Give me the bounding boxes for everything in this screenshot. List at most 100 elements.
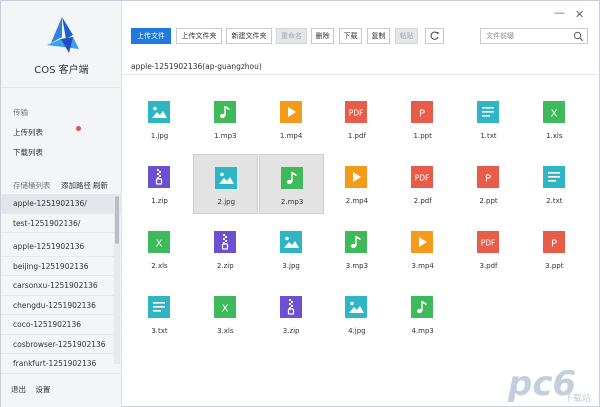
file-tile[interactable]: 4.jpg bbox=[324, 284, 389, 344]
file-name: 1.xls bbox=[546, 132, 563, 140]
file-tile[interactable]: PDF 3.pdf bbox=[456, 219, 521, 279]
file-tile[interactable]: P 3.ppt bbox=[522, 219, 587, 279]
file-tile[interactable]: 3.jpg bbox=[259, 219, 324, 279]
file-tile[interactable]: 2.jpg bbox=[192, 154, 258, 214]
exit-link[interactable]: 退出 bbox=[11, 385, 26, 394]
xls-file-icon: X bbox=[213, 296, 236, 318]
svg-text:PDF: PDF bbox=[481, 239, 496, 248]
bucket-item[interactable]: test-1251902136/ bbox=[1, 214, 122, 233]
breadcrumb[interactable]: apple-1251902136(ap-guangzhou) bbox=[131, 62, 262, 71]
svg-text:P: P bbox=[419, 109, 425, 120]
pdf-file-icon: PDF bbox=[345, 101, 368, 123]
file-tile[interactable]: 1.zip bbox=[127, 154, 192, 214]
bucket-item[interactable]: frankfurt-1251902136 bbox=[1, 354, 122, 374]
file-tile[interactable]: 3.zip bbox=[259, 284, 324, 344]
copy-button[interactable]: 复制 bbox=[367, 28, 390, 44]
image-file-icon bbox=[148, 101, 170, 123]
close-icon[interactable]: ✕ bbox=[575, 9, 584, 20]
file-name: 2.txt bbox=[546, 197, 563, 205]
file-tile[interactable]: 1.mp3 bbox=[193, 89, 258, 149]
file-tile[interactable]: 1.txt bbox=[456, 89, 521, 149]
svg-text:X: X bbox=[221, 304, 228, 315]
upload-folder-button[interactable]: 上传文件夹 bbox=[176, 28, 222, 44]
file-tile[interactable]: 4.mp3 bbox=[390, 284, 455, 344]
file-tile[interactable]: 2.mp4 bbox=[324, 154, 389, 214]
paste-button[interactable]: 粘贴 bbox=[395, 28, 418, 44]
pdf-file-icon: PDF bbox=[477, 231, 499, 253]
rename-button[interactable]: 重命名 bbox=[276, 28, 307, 44]
sidebar-divider bbox=[1, 87, 122, 88]
bucket-item[interactable]: coco-1251902136 bbox=[1, 315, 122, 335]
new-folder-button[interactable]: 新建文件夹 bbox=[226, 28, 272, 44]
file-name: 3.mp4 bbox=[411, 262, 434, 270]
video-file-icon bbox=[411, 231, 434, 253]
bucket-item[interactable]: chengdu-1251902136 bbox=[1, 296, 122, 315]
breadcrumb-divider bbox=[122, 74, 600, 75]
zip-file-icon bbox=[213, 231, 236, 253]
bucket-list-scrollbar-thumb[interactable] bbox=[115, 196, 119, 244]
bucket-item[interactable]: carsonxu-1251902136 bbox=[1, 276, 122, 296]
file-tile[interactable]: 1.jpg bbox=[127, 89, 192, 149]
xls-file-icon: X bbox=[542, 101, 565, 123]
file-name: 3.jpg bbox=[282, 262, 300, 270]
image-file-icon bbox=[214, 167, 237, 189]
file-tile[interactable]: 3.mp4 bbox=[390, 219, 455, 279]
file-name: 3.pdf bbox=[479, 262, 498, 270]
download-list-link[interactable]: 下载列表 bbox=[13, 147, 43, 158]
settings-link[interactable]: 设置 bbox=[35, 385, 50, 394]
add-path-link[interactable]: 添加路径 bbox=[61, 180, 91, 191]
bucket-item[interactable]: apple-1251902136 bbox=[1, 237, 122, 257]
image-file-icon bbox=[279, 231, 302, 253]
file-name: 1.txt bbox=[480, 132, 497, 140]
txt-file-icon bbox=[542, 166, 565, 188]
file-tile[interactable]: 2.mp3 bbox=[258, 154, 324, 214]
svg-text:P: P bbox=[485, 174, 491, 185]
minimize-icon[interactable]: — bbox=[554, 7, 565, 18]
refresh-buckets-link[interactable]: 刷新 bbox=[93, 180, 108, 191]
file-name: 1.zip bbox=[151, 197, 168, 205]
file-name: 1.mp4 bbox=[279, 132, 303, 140]
delete-button[interactable]: 删除 bbox=[311, 28, 334, 44]
search-input[interactable] bbox=[486, 30, 572, 42]
file-tile[interactable]: P 1.ppt bbox=[390, 89, 455, 149]
download-button[interactable]: 下载 bbox=[339, 28, 362, 44]
file-name: 2.jpg bbox=[217, 198, 236, 206]
upload-file-button[interactable]: 上传文件 bbox=[131, 28, 171, 44]
file-name: 1.mp3 bbox=[214, 132, 237, 140]
file-tile[interactable]: X 1.xls bbox=[522, 89, 587, 149]
file-tile[interactable]: P 2.ppt bbox=[456, 154, 521, 214]
file-tile[interactable]: 2.zip bbox=[193, 219, 258, 279]
file-name: 2.mp3 bbox=[280, 198, 304, 206]
upload-list-link[interactable]: 上传列表 bbox=[13, 127, 43, 138]
zip-file-icon bbox=[148, 166, 170, 188]
file-tile[interactable]: PDF 2.pdf bbox=[390, 154, 455, 214]
svg-text:X: X bbox=[550, 109, 557, 120]
bucket-item[interactable]: apple-1251902136/ bbox=[1, 194, 122, 214]
ppt-file-icon: P bbox=[542, 231, 565, 253]
video-file-icon bbox=[279, 101, 302, 123]
bucket-item[interactable]: beijing-1251902136 bbox=[1, 257, 122, 276]
sidebar-footer: 退出 设置 bbox=[11, 384, 57, 395]
file-name: 1.jpg bbox=[150, 132, 169, 140]
audio-file-icon bbox=[345, 231, 368, 253]
file-tile[interactable]: 3.txt bbox=[127, 284, 192, 344]
file-tile[interactable]: X 3.xls bbox=[193, 284, 258, 344]
file-tile[interactable]: 1.mp4 bbox=[259, 89, 324, 149]
file-name: 2.pdf bbox=[413, 197, 432, 205]
file-name: 4.mp3 bbox=[411, 327, 434, 335]
file-name: 4.jpg bbox=[348, 327, 366, 335]
bucket-section-label: 存储桶列表 bbox=[13, 181, 51, 190]
file-tile[interactable]: 2.txt bbox=[522, 154, 587, 214]
file-tile[interactable]: PDF 1.pdf bbox=[324, 89, 389, 149]
bucket-item[interactable]: cosbrowser-1251902136 bbox=[1, 335, 122, 354]
search-icon[interactable] bbox=[573, 31, 584, 42]
file-name: 3.zip bbox=[282, 327, 300, 335]
refresh-icon[interactable] bbox=[425, 28, 444, 44]
svg-text:X: X bbox=[156, 239, 163, 250]
file-name: 1.pdf bbox=[347, 132, 366, 140]
file-name: 3.xls bbox=[217, 327, 234, 335]
file-tile[interactable]: 3.mp3 bbox=[324, 219, 389, 279]
app-name: COS 客户端 bbox=[34, 65, 89, 76]
svg-text:PDF: PDF bbox=[349, 109, 364, 118]
file-tile[interactable]: X 2.xls bbox=[127, 219, 192, 279]
